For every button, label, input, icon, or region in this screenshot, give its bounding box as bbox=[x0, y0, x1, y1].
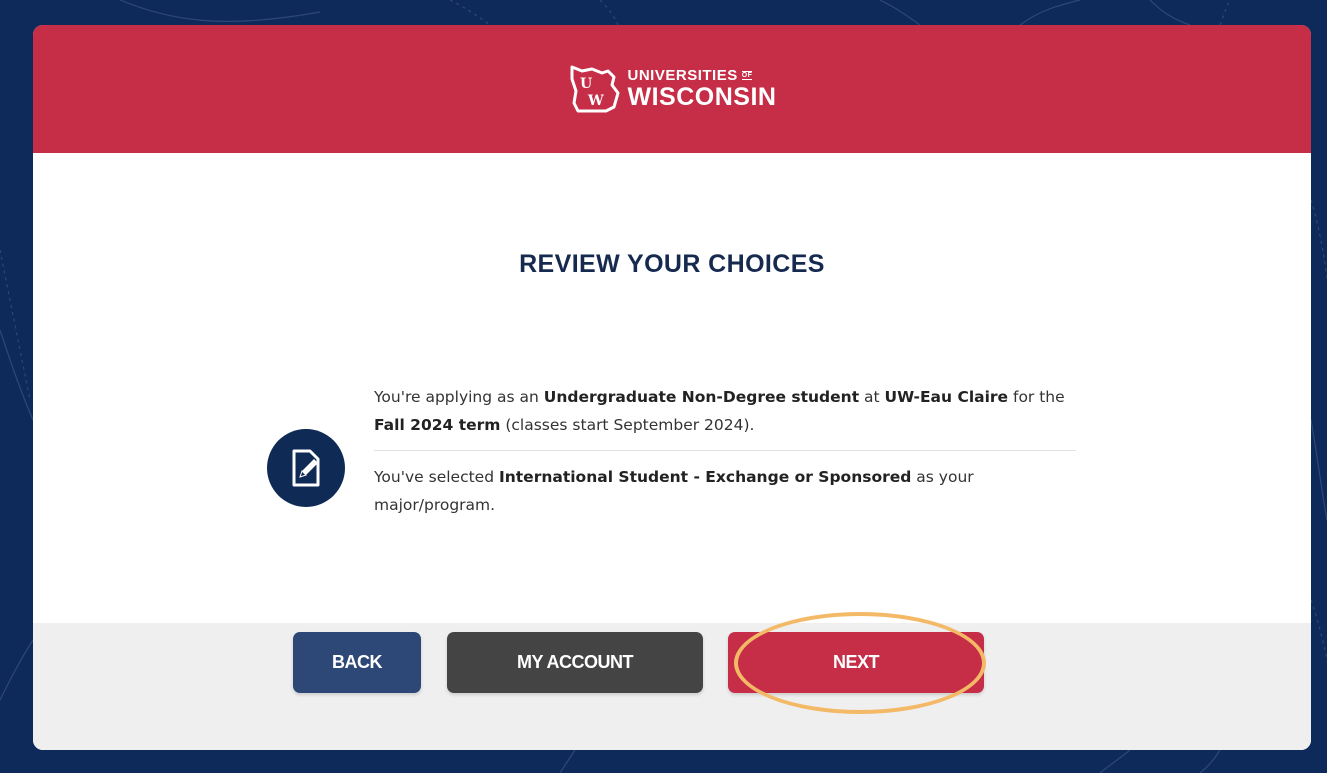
choice-text: You're applying as an bbox=[374, 388, 544, 406]
choice-text: (classes start September 2024). bbox=[500, 416, 755, 434]
choice-text: for the bbox=[1008, 388, 1065, 406]
universities-of-wisconsin-logo: U W UNIVERSITIES OF WISCONSIN bbox=[568, 63, 777, 115]
uw-state-logo-mark: U W bbox=[570, 65, 620, 113]
page-title: REVIEW YOUR CHOICES bbox=[519, 250, 825, 278]
edit-document-icon bbox=[267, 429, 345, 507]
back-button[interactable]: BACK bbox=[293, 632, 421, 693]
header-banner: U W UNIVERSITIES OF WISCONSIN bbox=[33, 25, 1311, 153]
program-choice-line: You're applying as an Undergraduate Non-… bbox=[374, 383, 1076, 450]
choices-summary: You're applying as an Undergraduate Non-… bbox=[374, 383, 1076, 530]
next-button[interactable]: NEXT bbox=[728, 632, 984, 693]
choices-divider bbox=[374, 450, 1076, 451]
choice-campus: UW-Eau Claire bbox=[884, 388, 1009, 406]
logo-of-text: OF bbox=[741, 71, 753, 80]
choice-major: International Student - Exchange or Spon… bbox=[498, 468, 912, 486]
major-choice-line: You've selected International Student - … bbox=[374, 463, 1076, 530]
choice-career: Undergraduate Non-Degree student bbox=[543, 388, 860, 406]
logo-universities-text: UNIVERSITIES bbox=[627, 67, 738, 84]
choice-text: You've selected bbox=[374, 468, 499, 486]
svg-text:W: W bbox=[587, 93, 604, 109]
choice-text: at bbox=[859, 388, 885, 406]
my-account-button[interactable]: MY ACCOUNT bbox=[447, 632, 703, 693]
logo-wisconsin-text: WISCONSIN bbox=[627, 83, 777, 111]
svg-text:U: U bbox=[580, 76, 592, 92]
choice-term: Fall 2024 term bbox=[374, 416, 501, 434]
